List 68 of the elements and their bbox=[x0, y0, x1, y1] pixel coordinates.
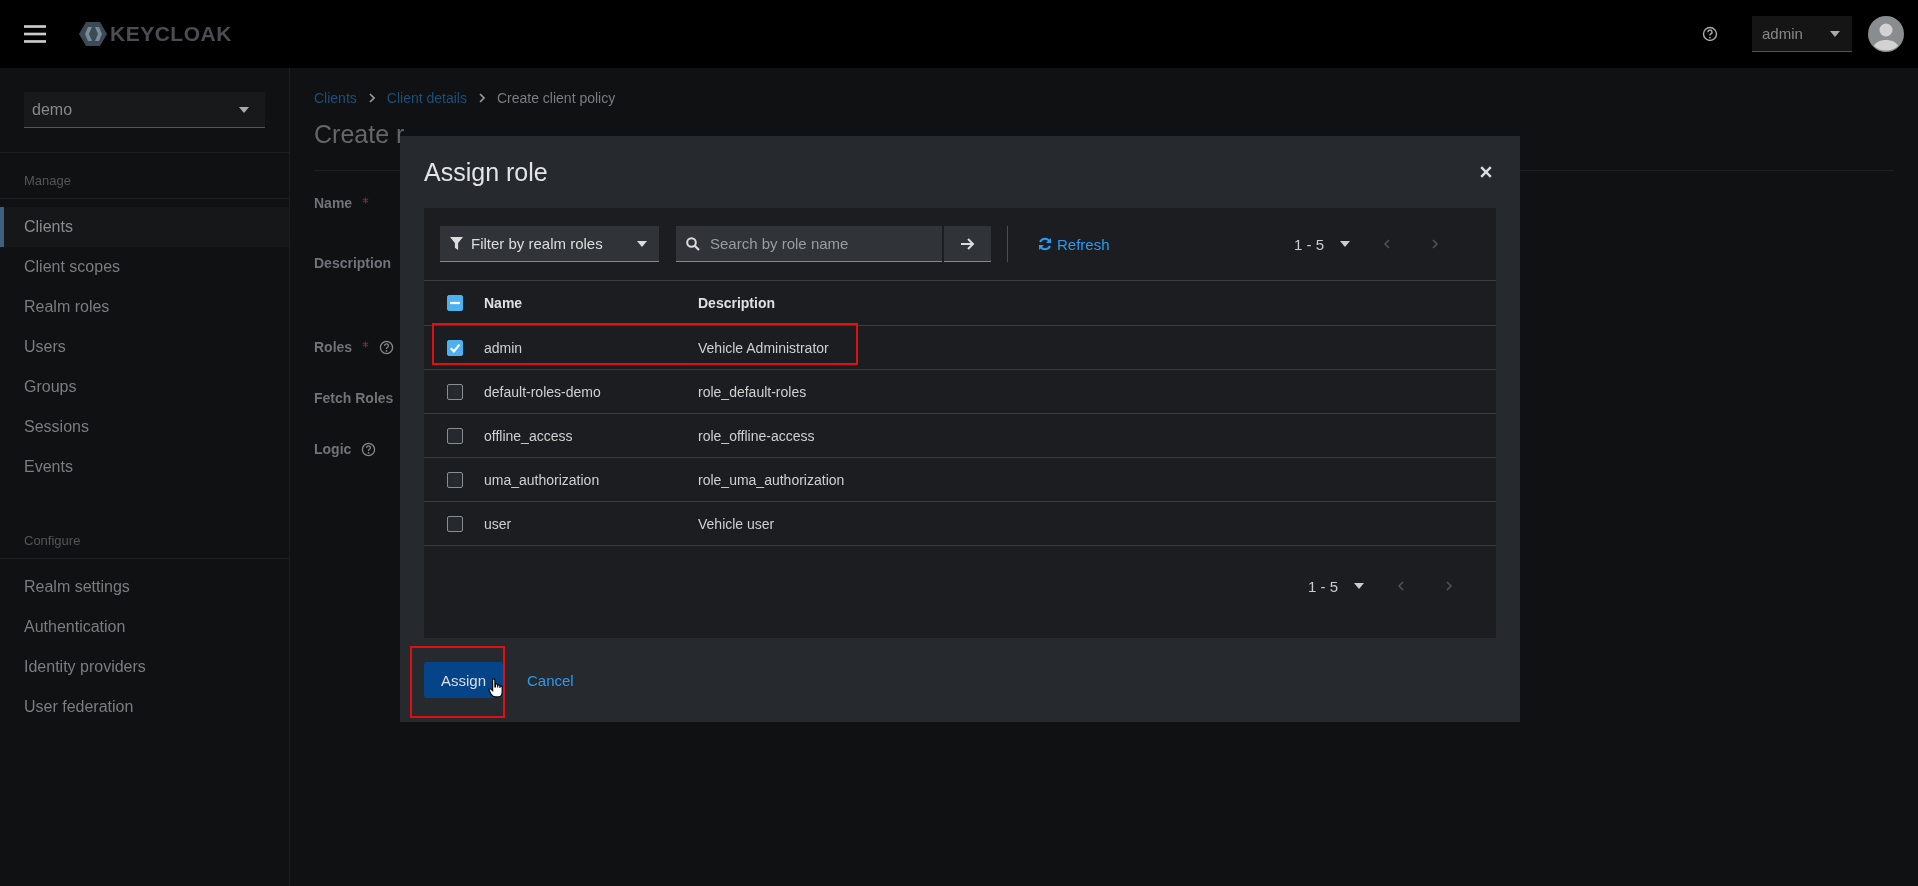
nav-item[interactable]: Groups bbox=[0, 367, 289, 407]
column-header: Name bbox=[484, 295, 524, 311]
menu-icon[interactable] bbox=[24, 25, 46, 43]
nav-item[interactable]: Realm settings bbox=[0, 567, 289, 607]
brand-name: KEYCLOAK bbox=[110, 22, 232, 46]
filter-dropdown[interactable]: Filter by realm roles bbox=[440, 226, 659, 262]
user-dropdown[interactable]: admin bbox=[1752, 16, 1852, 52]
caret-icon bbox=[1340, 241, 1350, 247]
search-field[interactable]: Search by role name bbox=[710, 226, 932, 261]
search-box[interactable]: Search by role name bbox=[676, 226, 942, 262]
caret-icon bbox=[239, 106, 249, 113]
column-header: Description bbox=[698, 295, 775, 311]
field-label: Name bbox=[314, 195, 353, 211]
field-label: Logic bbox=[314, 441, 352, 457]
arrow-right-icon bbox=[960, 237, 975, 250]
caret-icon bbox=[637, 240, 647, 247]
nav-item[interactable]: User federation bbox=[0, 687, 289, 727]
table-cell-text: default-roles-demo bbox=[484, 383, 602, 400]
realm-select[interactable]: demo bbox=[24, 92, 265, 128]
pagination-dropdown[interactable]: 1 - 5 bbox=[1294, 235, 1350, 253]
hexagon-logo-icon bbox=[78, 21, 108, 47]
row-checkbox[interactable] bbox=[447, 471, 463, 488]
chevron-right-icon bbox=[368, 93, 375, 103]
hand-cursor-icon bbox=[488, 678, 504, 698]
help-icon[interactable] bbox=[379, 339, 395, 355]
table-cell: Vehicle Administrator bbox=[698, 339, 829, 356]
table-cell: role_offline-access bbox=[698, 427, 815, 444]
refresh-button[interactable]: Refresh bbox=[1038, 235, 1110, 253]
search-icon bbox=[686, 236, 700, 251]
nav-item[interactable]: Sessions bbox=[0, 407, 289, 447]
row-checkbox[interactable] bbox=[447, 515, 463, 532]
refresh-icon bbox=[1038, 237, 1052, 251]
breadcrumb-current: Create client policy bbox=[496, 90, 616, 106]
table-cell-text: offline_access bbox=[484, 427, 574, 444]
caret-icon bbox=[1354, 583, 1364, 589]
cancel-link[interactable]: Cancel bbox=[527, 671, 574, 689]
pagination-dropdown[interactable]: 1 - 5 bbox=[1308, 577, 1364, 595]
field-label: Description bbox=[314, 255, 391, 271]
nav-item[interactable]: Clients bbox=[0, 207, 289, 247]
nav-item[interactable]: Users bbox=[0, 327, 289, 367]
search-submit-button[interactable] bbox=[944, 226, 991, 262]
avatar-icon[interactable] bbox=[1868, 16, 1904, 52]
nav-item[interactable]: Client scopes bbox=[0, 247, 289, 287]
help-icon[interactable] bbox=[361, 441, 377, 457]
field-label: Fetch Roles bbox=[314, 390, 394, 406]
filter-icon bbox=[450, 237, 463, 250]
table-cell-text: uma_authorization bbox=[484, 471, 601, 488]
nav-item[interactable]: Authentication bbox=[0, 607, 289, 647]
nav-item[interactable]: Identity providers bbox=[0, 647, 289, 687]
table-cell: Vehicle user bbox=[698, 515, 775, 532]
table-cell: role_default-roles bbox=[698, 383, 807, 400]
field-label: Roles bbox=[314, 339, 353, 355]
section-heading: Configure bbox=[0, 513, 289, 559]
row-checkbox[interactable] bbox=[447, 427, 463, 444]
caret-icon bbox=[1830, 30, 1840, 37]
table-cell: role_uma_authorization bbox=[698, 471, 845, 488]
assign-button[interactable]: Assign bbox=[424, 662, 503, 698]
nav-item[interactable]: Events bbox=[0, 447, 289, 487]
row-checkbox[interactable] bbox=[447, 383, 463, 400]
table-cell-text: user bbox=[484, 515, 513, 532]
row-checkbox[interactable] bbox=[447, 339, 463, 356]
table-cell-text: admin bbox=[484, 339, 524, 356]
select-all-checkbox[interactable] bbox=[447, 295, 463, 311]
help-icon[interactable] bbox=[1702, 26, 1718, 42]
nav-item[interactable]: Realm roles bbox=[0, 287, 289, 327]
section-heading: Manage bbox=[0, 153, 289, 199]
chevron-right-icon bbox=[478, 93, 485, 103]
close-icon[interactable] bbox=[1480, 166, 1492, 178]
